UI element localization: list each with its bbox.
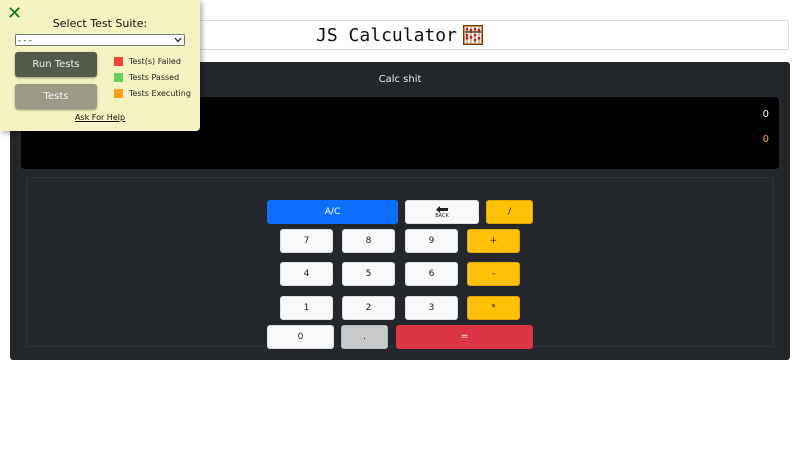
abacus-icon bbox=[462, 25, 483, 45]
legend-passed-label: Tests Passed bbox=[129, 73, 180, 82]
digit-7-button[interactable]: 7 bbox=[280, 229, 333, 253]
app-title: JS Calculator bbox=[316, 24, 457, 46]
test-panel: ✕ Select Test Suite: - - - Run Tests Tes… bbox=[0, 0, 200, 131]
equals-button[interactable]: = bbox=[396, 325, 533, 349]
digit-1-button[interactable]: 1 bbox=[280, 296, 333, 320]
minus-button[interactable]: - bbox=[467, 262, 520, 286]
clear-button[interactable]: A/C bbox=[267, 200, 398, 224]
display-main-value: 0 bbox=[762, 109, 769, 120]
legend-failed: Test(s) Failed bbox=[114, 57, 181, 66]
digit-2-button[interactable]: 2 bbox=[342, 296, 395, 320]
test-suite-selected-value: - - - bbox=[18, 35, 32, 45]
digit-5-button[interactable]: 5 bbox=[342, 262, 395, 286]
divide-button[interactable]: / bbox=[486, 200, 533, 224]
legend-executing-label: Tests Executing bbox=[129, 89, 191, 98]
tests-button[interactable]: Tests bbox=[15, 84, 97, 109]
backspace-label: BACK bbox=[435, 212, 449, 219]
ask-for-help-link[interactable]: Ask For Help bbox=[0, 113, 200, 122]
legend-failed-label: Test(s) Failed bbox=[129, 57, 181, 66]
digit-4-button[interactable]: 4 bbox=[280, 262, 333, 286]
display-sub-value: 0 bbox=[762, 134, 769, 145]
failed-swatch bbox=[114, 57, 123, 66]
passed-swatch bbox=[114, 73, 123, 82]
select-suite-label: Select Test Suite: bbox=[52, 17, 148, 30]
backspace-button[interactable]: BACK bbox=[405, 200, 479, 224]
plus-button[interactable]: + bbox=[467, 229, 520, 253]
keypad bbox=[26, 177, 774, 347]
back-arrow-icon bbox=[435, 205, 448, 213]
digit-9-button[interactable]: 9 bbox=[405, 229, 458, 253]
multiply-button[interactable]: * bbox=[467, 296, 520, 320]
legend-passed: Tests Passed bbox=[114, 73, 179, 82]
run-tests-button[interactable]: Run Tests bbox=[15, 52, 97, 77]
test-suite-select[interactable]: - - - bbox=[15, 34, 185, 46]
decimal-button[interactable]: . bbox=[341, 325, 388, 349]
chevron-down-icon bbox=[174, 37, 182, 43]
legend-executing: Tests Executing bbox=[114, 89, 191, 98]
digit-0-button[interactable]: 0 bbox=[267, 325, 334, 349]
digit-3-button[interactable]: 3 bbox=[405, 296, 458, 320]
digit-6-button[interactable]: 6 bbox=[405, 262, 458, 286]
executing-swatch bbox=[114, 89, 123, 98]
digit-8-button[interactable]: 8 bbox=[342, 229, 395, 253]
